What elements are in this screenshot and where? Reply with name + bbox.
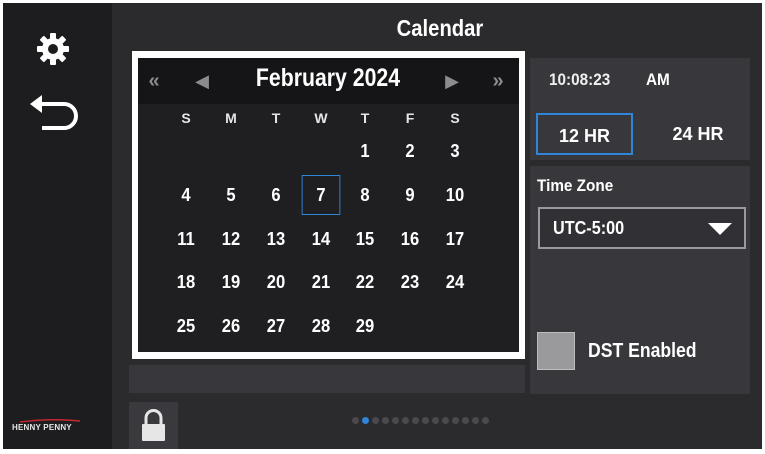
page-dot[interactable] bbox=[452, 417, 459, 424]
dst-checkbox[interactable] bbox=[537, 332, 575, 370]
day-cell[interactable]: 8 bbox=[346, 175, 385, 215]
page-dot[interactable] bbox=[362, 417, 369, 424]
format-24hr-button[interactable]: 24 HR bbox=[650, 113, 746, 155]
day-cell[interactable]: 11 bbox=[167, 219, 206, 259]
ampm-display: AM bbox=[646, 70, 670, 89]
day-cell[interactable]: 15 bbox=[346, 219, 385, 259]
day-cell[interactable]: 1 bbox=[346, 131, 385, 171]
day-cell[interactable]: 2 bbox=[391, 131, 430, 171]
day-cell[interactable]: 3 bbox=[436, 131, 475, 171]
page-dot[interactable] bbox=[382, 417, 389, 424]
day-cell[interactable]: 25 bbox=[167, 306, 206, 346]
weekday-label: T bbox=[271, 110, 281, 126]
back-arrow-icon[interactable] bbox=[26, 92, 82, 136]
selected-day-cell[interactable]: 7 bbox=[301, 175, 341, 215]
page-dot[interactable] bbox=[352, 417, 359, 424]
day-cell[interactable]: 6 bbox=[257, 175, 296, 215]
day-cell[interactable]: 9 bbox=[391, 175, 430, 215]
day-cell[interactable]: 27 bbox=[257, 306, 296, 346]
page-dot[interactable] bbox=[442, 417, 449, 424]
month-label: February 2024 bbox=[255, 64, 401, 92]
weekday-label: F bbox=[405, 110, 415, 126]
day-cell[interactable]: 17 bbox=[436, 219, 475, 259]
time-display: 10:08:23 bbox=[549, 70, 611, 89]
page-dot[interactable] bbox=[392, 417, 399, 424]
day-cell[interactable]: 19 bbox=[212, 262, 251, 302]
format-12hr-button[interactable]: 12 HR bbox=[536, 113, 633, 155]
day-cell[interactable]: 29 bbox=[346, 306, 385, 346]
lock-button[interactable] bbox=[129, 402, 178, 449]
timezone-value: UTC-5:00 bbox=[553, 218, 625, 238]
page-dot[interactable] bbox=[472, 417, 479, 424]
next-month-button[interactable]: ▶ bbox=[440, 62, 464, 100]
lock-icon bbox=[142, 409, 165, 441]
weekday-label: S bbox=[450, 110, 460, 126]
day-cell[interactable]: 24 bbox=[436, 262, 475, 302]
day-cell[interactable]: 28 bbox=[302, 306, 341, 346]
day-cell[interactable]: 4 bbox=[167, 175, 206, 215]
day-cell[interactable]: 26 bbox=[212, 306, 251, 346]
day-cell[interactable]: 13 bbox=[257, 219, 296, 259]
day-cell[interactable]: 22 bbox=[346, 262, 385, 302]
sidebar bbox=[3, 3, 112, 449]
page-dot[interactable] bbox=[482, 417, 489, 424]
day-cell[interactable]: 10 bbox=[436, 175, 475, 215]
day-cell[interactable]: 5 bbox=[212, 175, 251, 215]
weekday-label: T bbox=[360, 110, 370, 126]
gear-icon[interactable] bbox=[33, 29, 73, 69]
day-cell[interactable]: 23 bbox=[391, 262, 430, 302]
chevron-down-icon bbox=[708, 223, 732, 235]
next-year-button[interactable]: » bbox=[486, 62, 510, 100]
brand-logo: HENNY PENNY bbox=[12, 423, 72, 432]
weekday-label: S bbox=[181, 110, 191, 126]
page-indicator bbox=[352, 417, 489, 425]
page-dot[interactable] bbox=[412, 417, 419, 424]
page-title: Calendar bbox=[396, 15, 484, 41]
day-cell[interactable]: 16 bbox=[391, 219, 430, 259]
calendar-footer-bar bbox=[129, 365, 525, 393]
weekday-label: M bbox=[225, 110, 237, 126]
prev-year-button[interactable]: « bbox=[142, 62, 166, 100]
dst-label: DST Enabled bbox=[588, 340, 697, 362]
day-cell[interactable]: 20 bbox=[257, 262, 296, 302]
day-cell[interactable]: 14 bbox=[302, 219, 341, 259]
page-dot[interactable] bbox=[462, 417, 469, 424]
prev-month-button[interactable]: ◀ bbox=[190, 62, 214, 100]
timezone-label: Time Zone bbox=[537, 176, 614, 195]
day-cell[interactable]: 18 bbox=[167, 262, 206, 302]
weekday-label: W bbox=[314, 110, 328, 126]
day-cell[interactable]: 12 bbox=[212, 219, 251, 259]
page-dot[interactable] bbox=[372, 417, 379, 424]
day-cell[interactable]: 21 bbox=[302, 262, 341, 302]
page-dot[interactable] bbox=[432, 417, 439, 424]
page-dot[interactable] bbox=[422, 417, 429, 424]
page-dot[interactable] bbox=[402, 417, 409, 424]
